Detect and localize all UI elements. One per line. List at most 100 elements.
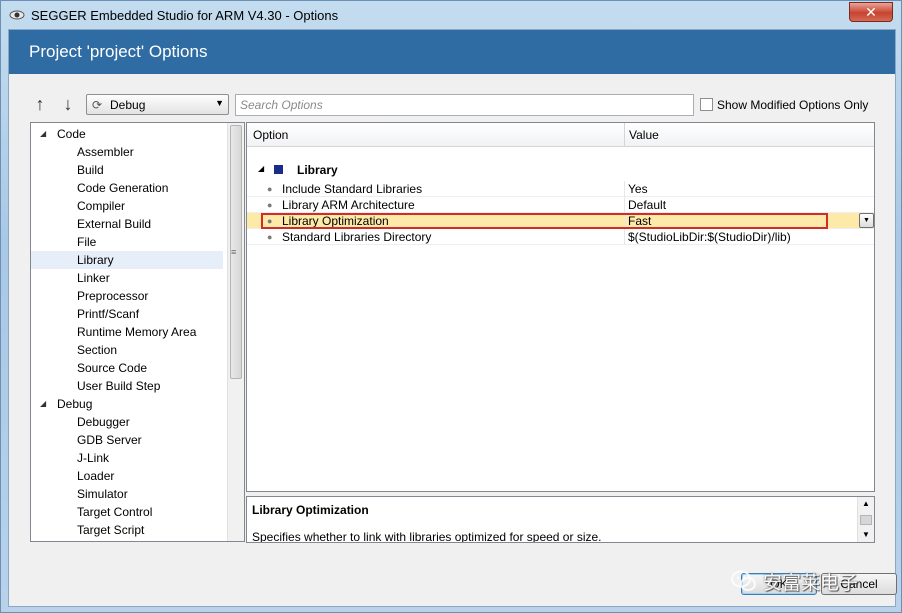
tree-item-preprocessor[interactable]: Preprocessor <box>31 287 223 305</box>
description-title: Library Optimization <box>252 503 369 517</box>
tree-item-label: Code Generation <box>77 181 169 195</box>
tree-item-code-generation[interactable]: Code Generation <box>31 179 223 197</box>
tree-item-printf-scanf[interactable]: Printf/Scanf <box>31 305 223 323</box>
category-row-library[interactable]: ◢ Library <box>247 161 874 179</box>
tree-item-label: GDB Server <box>77 433 142 447</box>
option-category-tree[interactable]: ≡ ◢ Code Assembler Build Code Generation Comp… <box>30 122 245 542</box>
tree-item-label: Linker <box>77 271 110 285</box>
close-icon: ✕ <box>865 4 877 20</box>
tree-group-debug[interactable]: ◢ Debug <box>31 395 223 413</box>
option-row-library-arm-architecture[interactable]: ● Library ARM Architecture Default <box>247 197 874 213</box>
tree-item-j-link[interactable]: J-Link <box>31 449 223 467</box>
tree-group-label: Debug <box>57 397 93 411</box>
option-name: Library ARM Architecture <box>282 198 415 212</box>
column-header-option[interactable]: Option <box>253 128 288 142</box>
grid-header: Option Value <box>247 123 874 147</box>
tree-item-label: Library <box>77 253 114 267</box>
bullet-icon: ● <box>267 232 273 242</box>
category-label: Library <box>297 163 338 177</box>
scroll-down-icon[interactable]: ▼ <box>862 530 870 539</box>
option-name: Include Standard Libraries <box>282 182 423 196</box>
tree-item-external-build[interactable]: External Build <box>31 215 223 233</box>
tree-scrollbar[interactable]: ≡ <box>227 123 244 541</box>
chevron-down-icon: ▼ <box>215 98 224 108</box>
tree-item-label: Runtime Memory Area <box>77 325 197 339</box>
option-value[interactable]: Default <box>628 198 666 212</box>
tree-item-label: Compiler <box>77 199 126 213</box>
value-dropdown-button[interactable]: ▼ <box>859 213 874 228</box>
scroll-up-icon[interactable]: ▲ <box>862 499 870 508</box>
option-value[interactable]: Yes <box>628 182 648 196</box>
bullet-icon: ● <box>267 184 273 194</box>
tree-item-loader[interactable]: Loader <box>31 467 223 485</box>
tree-item-label: Build <box>77 163 104 177</box>
tree-item-simulator[interactable]: Simulator <box>31 485 223 503</box>
dialog-client: Project 'project' Options ↑ ↓ ⟳ Debug ▼ … <box>8 29 897 607</box>
watermark: 安富莱电子 <box>731 566 891 598</box>
description-text: Specifies whether to link with libraries… <box>252 530 602 543</box>
tree-item-library[interactable]: Library <box>31 251 223 269</box>
window-title: SEGGER Embedded Studio for ARM V4.30 - O… <box>31 8 339 23</box>
tree-group-label: Code <box>57 127 86 141</box>
tree-item-label: Printf/Scanf <box>77 307 140 321</box>
tree-item-label: File <box>77 235 97 249</box>
tree-item-target-control[interactable]: Target Control <box>31 503 223 521</box>
configuration-value: Debug <box>110 98 146 112</box>
description-scrollbar[interactable]: ▲ ▼ <box>857 497 874 542</box>
tree-item-user-build-step[interactable]: User Build Step <box>31 377 223 395</box>
scroll-grip-icon: ≡ <box>231 247 237 257</box>
dialog-header: Project 'project' Options <box>9 30 895 74</box>
tree-item-compiler[interactable]: Compiler <box>31 197 223 215</box>
tree-item-label: Debugger <box>77 415 130 429</box>
description-panel: Library Optimization Specifies whether t… <box>246 496 875 543</box>
dialog-heading: Project 'project' Options <box>29 42 208 61</box>
bullet-icon: ● <box>267 200 273 210</box>
tree-item-label: Simulator <box>77 487 128 501</box>
tree-item-file[interactable]: File <box>31 233 223 251</box>
option-name: Standard Libraries Directory <box>282 230 432 244</box>
title-bar: SEGGER Embedded Studio for ARM V4.30 - O… <box>1 1 901 29</box>
cell-divider <box>624 229 625 245</box>
column-header-value[interactable]: Value <box>629 128 659 142</box>
configuration-select[interactable]: ⟳ Debug ▼ <box>86 94 229 115</box>
search-options-input[interactable] <box>235 94 694 116</box>
show-modified-checkbox[interactable] <box>700 98 713 111</box>
show-modified-label: Show Modified Options Only <box>717 98 869 112</box>
close-button[interactable]: ✕ <box>849 2 893 22</box>
description-scrollbar-thumb[interactable] <box>860 515 872 525</box>
tree-item-source-code[interactable]: Source Code <box>31 359 223 377</box>
options-grid: Option Value ◢ Library ● Include Standard… <box>246 122 875 492</box>
tree-item-gdb-server[interactable]: GDB Server <box>31 431 223 449</box>
move-up-arrow-icon[interactable]: ↑ <box>31 94 49 116</box>
tree-item-linker[interactable]: Linker <box>31 269 223 287</box>
expand-icon[interactable]: ◢ <box>40 395 46 413</box>
option-row-include-standard-libraries[interactable]: ● Include Standard Libraries Yes <box>247 181 874 197</box>
tree-item-assembler[interactable]: Assembler <box>31 143 223 161</box>
segger-eye-icon <box>9 10 25 20</box>
options-window: SEGGER Embedded Studio for ARM V4.30 - O… <box>0 0 902 613</box>
wechat-icon <box>731 570 756 591</box>
option-value[interactable]: $(StudioLibDir:$(StudioDir)/lib) <box>628 230 791 244</box>
tree-item-label: Section <box>77 343 118 357</box>
tree-item-label: Source Code <box>77 361 148 375</box>
move-down-arrow-icon[interactable]: ↓ <box>59 94 77 116</box>
tree-item-label: Assembler <box>77 145 134 159</box>
tree-item-runtime-memory-area[interactable]: Runtime Memory Area <box>31 323 223 341</box>
column-divider <box>624 123 625 147</box>
expand-icon[interactable]: ◢ <box>40 125 46 143</box>
expand-icon[interactable]: ◢ <box>258 164 264 173</box>
tree-item-build[interactable]: Build <box>31 161 223 179</box>
tree-item-label: Preprocessor <box>77 289 149 303</box>
category-square-icon <box>274 165 283 174</box>
option-row-standard-libraries-directory[interactable]: ● Standard Libraries Directory $(StudioLib… <box>247 229 874 245</box>
watermark-text: 安富莱电子 <box>763 573 859 594</box>
tree-item-target-script[interactable]: Target Script <box>31 521 223 539</box>
annotation-highlight-box <box>261 213 828 229</box>
tree-group-code[interactable]: ◢ Code <box>31 125 223 143</box>
cell-divider <box>624 197 625 213</box>
tree-item-debugger[interactable]: Debugger <box>31 413 223 431</box>
tree-item-section[interactable]: Section <box>31 341 223 359</box>
cell-divider <box>624 181 625 197</box>
gear-cycle-icon: ⟳ <box>92 98 103 112</box>
option-row-library-optimization[interactable]: ● Library Optimization Fast ▼ <box>247 213 874 229</box>
